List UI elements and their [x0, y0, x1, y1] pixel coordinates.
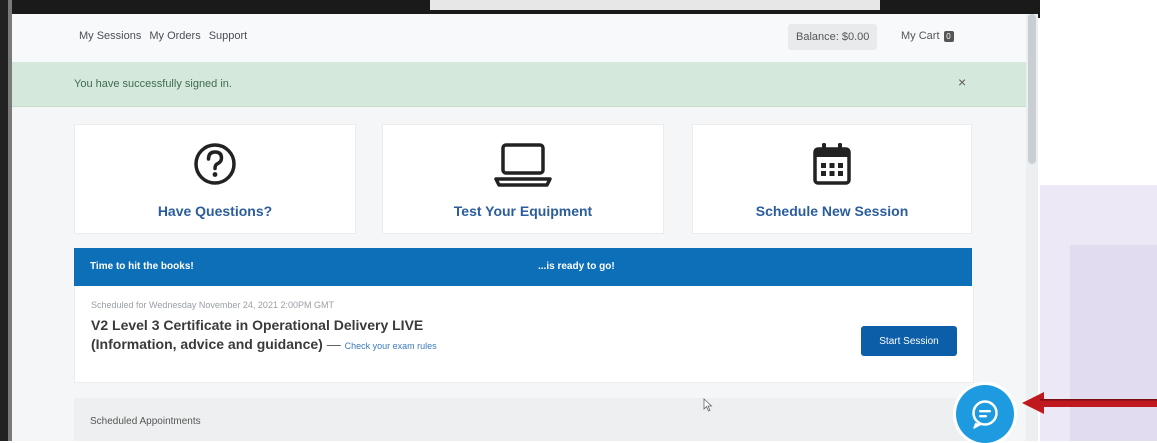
chat-button[interactable] [956, 385, 1014, 443]
scheduled-appointments-section[interactable]: Scheduled Appointments [74, 398, 972, 441]
nav-my-sessions[interactable]: My Sessions [79, 30, 141, 42]
session-title: V2 Level 3 Certificate in Operational De… [91, 316, 561, 356]
session-banner: Time to hit the books! ...is ready to go… [74, 248, 972, 286]
appointments-heading: Scheduled Appointments [90, 416, 201, 427]
cart-label: My Cart [901, 30, 940, 42]
card-schedule-session[interactable]: Schedule New Session [692, 124, 972, 234]
alert-close-button[interactable]: × [958, 74, 966, 90]
title-dash: — [326, 336, 341, 352]
nav-links: My Sessions My Orders Support [79, 30, 247, 42]
balance-badge[interactable]: Balance: $0.00 [788, 24, 878, 50]
page-scrollbar[interactable] [1026, 14, 1038, 441]
laptop-icon [494, 143, 552, 187]
scrollbar-thumb[interactable] [1028, 14, 1036, 164]
calendar-icon [813, 143, 851, 185]
session-details: Scheduled for Wednesday November 24, 202… [74, 286, 974, 383]
card-label: Have Questions? [157, 203, 273, 219]
my-cart-link[interactable]: My Cart 0 [901, 30, 954, 42]
red-arrow-annotation [1022, 392, 1157, 414]
card-have-questions[interactable]: Have Questions? [74, 124, 356, 234]
exam-rules-link[interactable]: Check your exam rules [345, 341, 437, 351]
nav-support[interactable]: Support [209, 30, 248, 42]
question-circle-icon [194, 143, 236, 185]
start-session-button[interactable]: Start Session [861, 326, 957, 356]
top-nav: My Sessions My Orders Support Balance: $… [12, 14, 1026, 63]
banner-ready-text: ...is ready to go! [538, 261, 615, 272]
mouse-cursor-icon [703, 398, 713, 412]
card-test-equipment[interactable]: Test Your Equipment [382, 124, 664, 234]
card-label: Schedule New Session [755, 203, 909, 219]
chat-bubble-icon [972, 400, 998, 429]
alert-message: You have successfully signed in. [74, 78, 232, 90]
browser-frame-highlight [430, 0, 880, 10]
exam-name: V2 Level 3 Certificate in Operational De… [91, 317, 424, 333]
exam-subtitle: (Information, advice and guidance) [91, 336, 323, 352]
nav-my-orders[interactable]: My Orders [149, 30, 200, 42]
browser-frame-left [0, 0, 8, 441]
page-viewport: My Sessions My Orders Support Balance: $… [12, 14, 1038, 441]
scheduled-datetime: Scheduled for Wednesday November 24, 202… [91, 300, 334, 310]
signin-success-alert: You have successfully signed in. × [12, 62, 1026, 107]
banner-heading: Time to hit the books! [90, 261, 194, 272]
card-label: Test Your Equipment [453, 203, 593, 219]
cart-count-badge: 0 [943, 30, 954, 42]
